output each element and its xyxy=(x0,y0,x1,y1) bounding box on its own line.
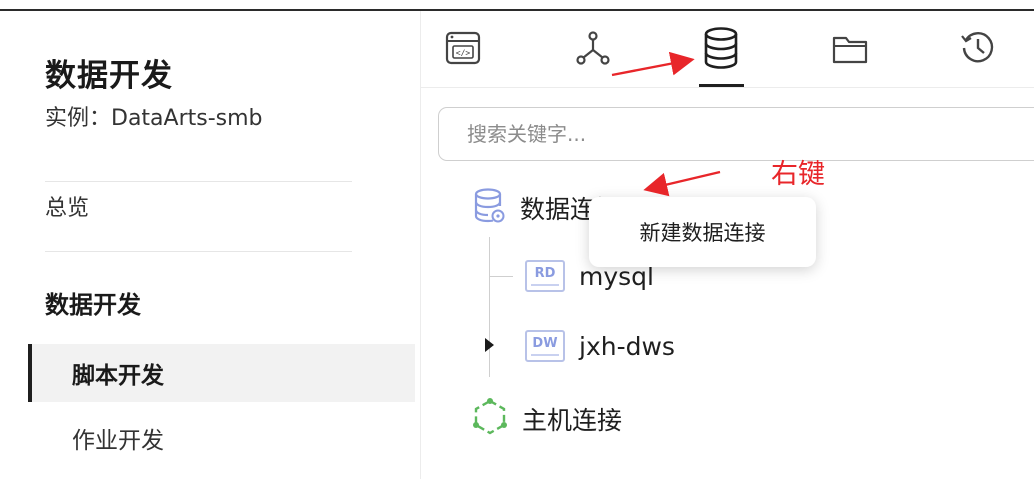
script-icon[interactable]: </> xyxy=(443,28,483,68)
sidebar-item-job-dev[interactable]: 作业开发 xyxy=(28,409,415,467)
search-input[interactable] xyxy=(438,107,1034,161)
database-icon[interactable] xyxy=(701,27,741,69)
divider xyxy=(45,251,352,252)
rds-icon: RD xyxy=(525,260,565,292)
tree-label: 主机连接 xyxy=(522,406,623,435)
context-menu: 新建数据连接 xyxy=(589,197,816,267)
app-title: 数据开发 xyxy=(45,58,173,94)
tree-guide-line xyxy=(489,276,513,277)
menu-item-new-data-connection[interactable]: 新建数据连接 xyxy=(640,217,766,247)
toolbar-divider xyxy=(421,87,1034,88)
flow-icon[interactable] xyxy=(573,28,613,68)
host-connection-icon xyxy=(472,398,508,440)
expand-caret-icon[interactable] xyxy=(485,338,494,352)
database-connection-icon xyxy=(472,186,506,230)
tree-node-jxh-dws[interactable]: DW jxh-dws xyxy=(525,330,675,362)
annotation-arrow-database xyxy=(611,51,695,77)
instance-label: 实例：DataArts-smb xyxy=(45,106,263,131)
tree-guide-line xyxy=(489,237,490,377)
tree-label: jxh-dws xyxy=(579,331,675,361)
sidebar-item-overview[interactable]: 总览 xyxy=(45,190,89,222)
sidebar-section-title: 数据开发 xyxy=(45,291,141,319)
sidebar-item-label: 作业开发 xyxy=(72,428,164,454)
annotation-arrow-data-connections xyxy=(643,170,721,197)
annotation-right-click: 右键 xyxy=(771,159,825,190)
history-icon[interactable] xyxy=(958,28,998,68)
sidebar-item-label: 脚本开发 xyxy=(72,363,164,389)
svg-text:</>: </> xyxy=(456,49,471,58)
dws-icon: DW xyxy=(525,330,565,362)
tree-node-host-connections[interactable]: 主机连接 xyxy=(472,398,622,440)
divider xyxy=(45,181,352,182)
folder-icon[interactable] xyxy=(831,28,871,68)
sidebar-item-script-dev[interactable]: 脚本开发 xyxy=(28,344,415,402)
sidebar-divider xyxy=(420,11,421,479)
